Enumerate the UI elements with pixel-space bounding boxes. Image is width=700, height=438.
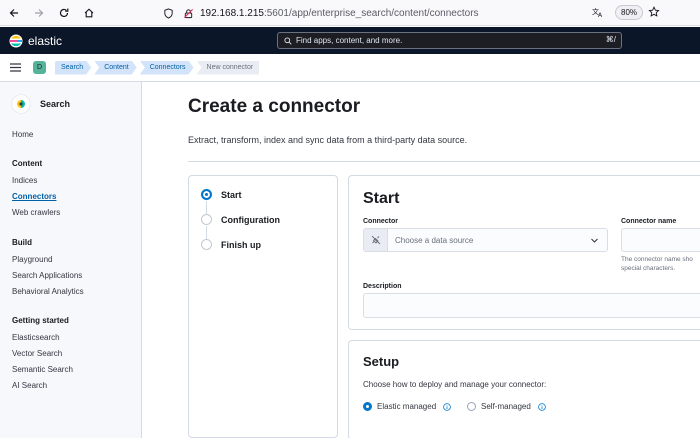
sidebar-heading-getting-started: Getting started (12, 316, 69, 325)
sidebar-item-vector-search[interactable]: Vector Search (12, 349, 62, 358)
breadcrumb-content[interactable]: Content (94, 61, 137, 75)
search-solution-icon (12, 95, 30, 113)
sidebar-item-home[interactable]: Home (12, 130, 33, 139)
step-label: Configuration (221, 214, 280, 225)
self-managed-option[interactable]: Self-managed (467, 402, 546, 411)
step-connector-line (206, 226, 207, 239)
sidebar-item-web-crawlers[interactable]: Web crawlers (12, 208, 60, 217)
steps-panel: Start Configuration Finish up (188, 175, 338, 438)
connector-name-help-2: special characters. (621, 265, 676, 272)
step-label: Finish up (221, 239, 261, 250)
sidebar-item-connectors[interactable]: Connectors (12, 192, 56, 201)
connector-name-label: Connector name (621, 218, 677, 225)
self-managed-radio[interactable] (467, 402, 476, 411)
step-configuration[interactable]: Configuration (201, 214, 280, 225)
sidebar-item-behavioral-analytics[interactable]: Behavioral Analytics (12, 287, 84, 296)
kibana-header: elastic Find apps, content, and more. ⌘/ (0, 27, 700, 54)
setup-card: Setup Choose how to deploy and manage yo… (348, 340, 700, 438)
connector-label: Connector (363, 218, 398, 225)
connector-select-placeholder: Choose a data source (395, 235, 474, 245)
brand-name: elastic (28, 33, 63, 48)
zoom-level-badge[interactable]: 80% (615, 5, 644, 20)
hamburger-menu-icon[interactable] (8, 61, 22, 75)
elastic-cluster-icon (9, 34, 23, 47)
elastic-managed-radio[interactable] (363, 402, 372, 411)
svg-text:A: A (598, 12, 603, 18)
chevron-down-icon (591, 238, 598, 243)
elastic-managed-option[interactable]: Elastic managed (363, 402, 451, 411)
url-path: :5601/app/enterprise_search/content/conn… (263, 7, 479, 19)
elastic-managed-label[interactable]: Elastic managed (377, 402, 436, 411)
setup-subtitle: Choose how to deploy and manage your con… (363, 380, 547, 389)
reload-icon[interactable] (53, 2, 75, 24)
start-card: Start Connector Choose a data source Con… (348, 175, 700, 330)
browser-toolbar: 192.168.1.215:5601/app/enterprise_search… (0, 0, 700, 26)
sidebar-item-indices[interactable]: Indices (12, 176, 37, 185)
breadcrumb-new-connector: New connector (196, 60, 260, 75)
back-icon[interactable] (3, 2, 25, 24)
shield-icon[interactable] (160, 5, 176, 21)
sidebar-title-label: Search (40, 99, 71, 109)
sidebar-title[interactable]: Search (12, 95, 70, 113)
space-avatar[interactable]: D (33, 61, 46, 74)
page-title: Create a connector (188, 96, 361, 117)
url-host: 192.168.1.215 (200, 7, 264, 19)
breadcrumb-search[interactable]: Search (55, 61, 91, 75)
search-icon (281, 34, 295, 48)
step-indicator (201, 214, 212, 225)
sidebar: Search Home Content Indices Connectors W… (0, 82, 142, 438)
step-start[interactable]: Start (201, 189, 242, 200)
header-divider (188, 161, 700, 162)
sidebar-item-elasticsearch[interactable]: Elasticsearch (12, 333, 60, 342)
connector-select[interactable]: Choose a data source (363, 228, 608, 252)
info-icon[interactable] (538, 402, 546, 411)
connector-name-input[interactable] (621, 228, 700, 252)
plug-disconnected-icon (364, 229, 388, 251)
sidebar-item-semantic-search[interactable]: Semantic Search (12, 365, 73, 374)
setup-card-title: Setup (363, 354, 400, 369)
sidebar-heading-build: Build (12, 238, 32, 247)
step-indicator (201, 239, 212, 250)
url-text: 192.168.1.215:5601/app/enterprise_search… (200, 8, 479, 19)
search-shortcut-hint: ⌘/ (605, 35, 616, 44)
start-card-title: Start (363, 190, 400, 207)
breadcrumb-bar: D Search Content Connectors New connecto… (0, 54, 700, 82)
connector-name-help: The connector name sho (621, 256, 693, 263)
step-label: Start (221, 189, 242, 200)
global-search-input[interactable]: Find apps, content, and more. ⌘/ (277, 32, 622, 49)
self-managed-label[interactable]: Self-managed (481, 402, 531, 411)
search-placeholder: Find apps, content, and more. (296, 36, 403, 45)
step-finish-up[interactable]: Finish up (201, 239, 261, 250)
step-current-indicator (201, 189, 212, 200)
info-icon[interactable] (443, 402, 451, 411)
description-input[interactable] (363, 293, 700, 318)
step-connector-line (206, 201, 207, 214)
sidebar-heading-content: Content (12, 159, 43, 168)
sidebar-item-search-applications[interactable]: Search Applications (12, 271, 82, 280)
page-description: Extract, transform, index and sync data … (188, 135, 468, 145)
translate-icon[interactable]: 文A (590, 4, 606, 20)
description-label: Description (363, 283, 402, 290)
home-icon[interactable] (78, 2, 100, 24)
breadcrumb: Search Content Connectors New connector (55, 60, 262, 75)
elastic-logo[interactable]: elastic (9, 34, 62, 48)
breadcrumb-connectors[interactable]: Connectors (140, 61, 194, 75)
insecure-lock-icon[interactable] (180, 5, 196, 21)
sidebar-item-playground[interactable]: Playground (12, 255, 52, 264)
forward-icon[interactable] (28, 2, 50, 24)
sidebar-item-ai-search[interactable]: AI Search (12, 381, 47, 390)
bookmark-star-icon[interactable] (646, 4, 662, 20)
